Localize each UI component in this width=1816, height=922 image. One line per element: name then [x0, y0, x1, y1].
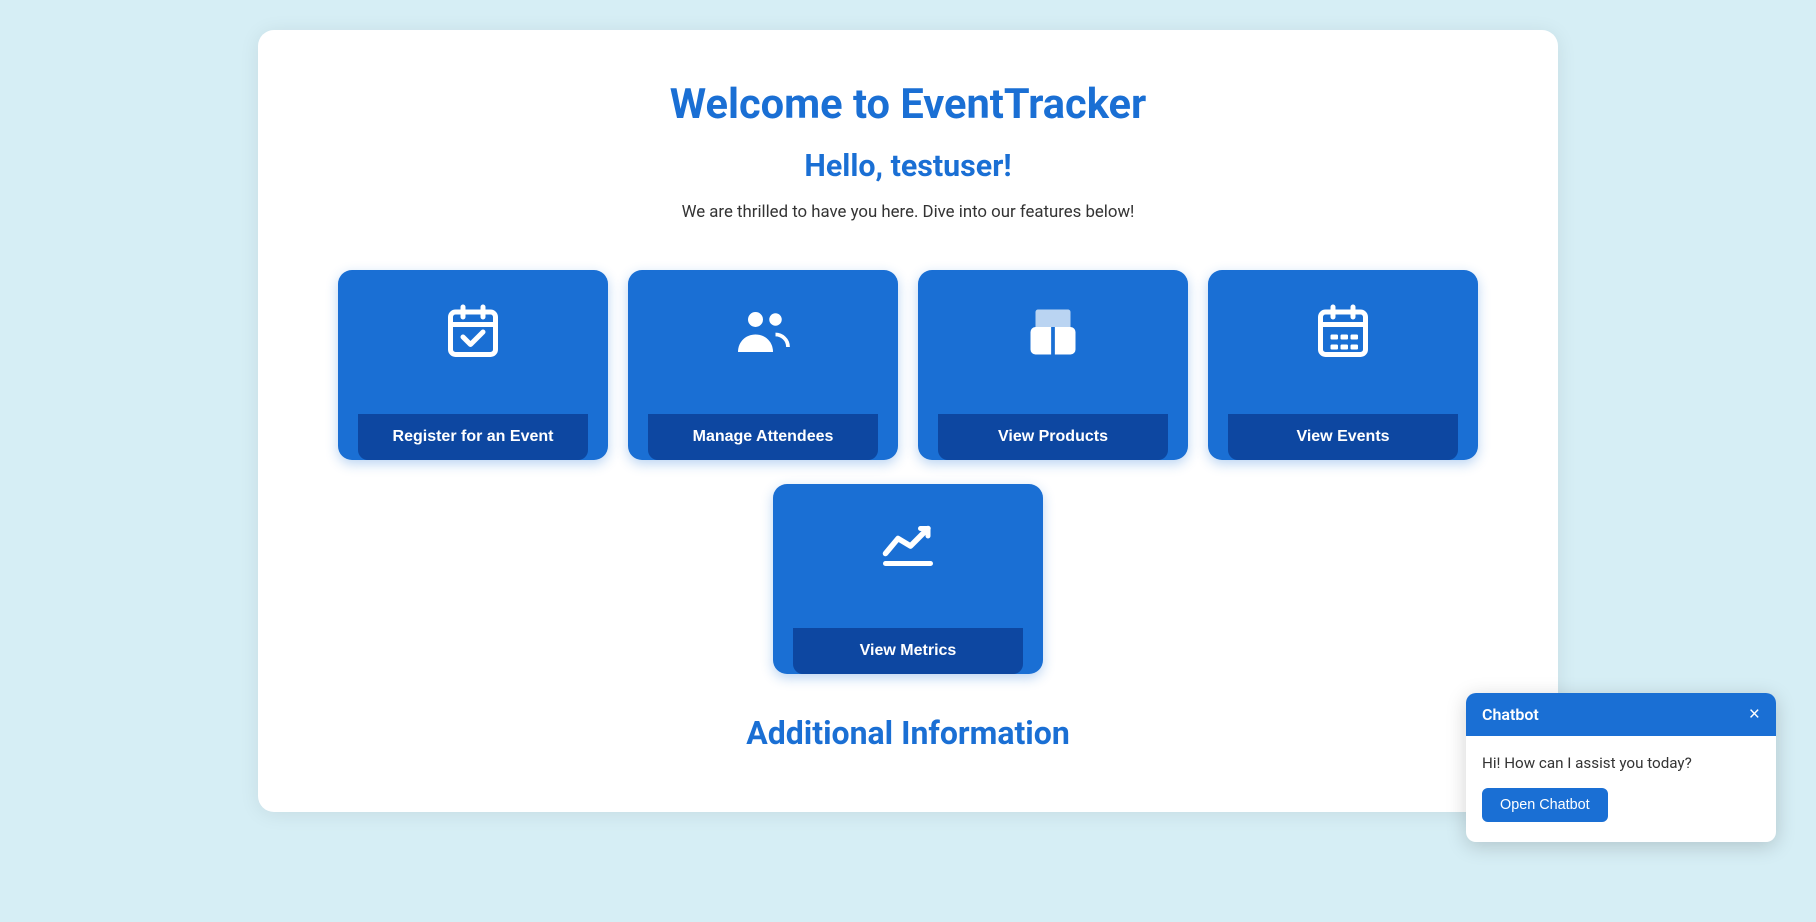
view-events-button[interactable]: View Events: [1228, 414, 1458, 460]
register-event-card[interactable]: Register for an Event: [338, 270, 608, 460]
manage-attendees-button[interactable]: Manage Attendees: [648, 414, 878, 460]
view-products-card[interactable]: View Products: [918, 270, 1188, 460]
greeting: Hello, testuser!: [318, 149, 1498, 184]
chatbot-popup: Chatbot × Hi! How can I assist you today…: [1466, 693, 1776, 842]
subtitle: We are thrilled to have you here. Dive i…: [318, 202, 1498, 222]
open-chatbot-button[interactable]: Open Chatbot: [1482, 788, 1608, 822]
chatbot-title: Chatbot: [1482, 705, 1539, 724]
page-title: Welcome to EventTracker: [318, 80, 1498, 129]
group-icon: [733, 302, 793, 362]
register-event-button[interactable]: Register for an Event: [358, 414, 588, 460]
view-metrics-button[interactable]: View Metrics: [793, 628, 1023, 674]
center-card-row: View Metrics: [318, 484, 1498, 674]
additional-information-title: Additional Information: [318, 714, 1498, 752]
chatbot-header: Chatbot ×: [1466, 693, 1776, 736]
manage-attendees-card[interactable]: Manage Attendees: [628, 270, 898, 460]
view-products-button[interactable]: View Products: [938, 414, 1168, 460]
chatbot-close-button[interactable]: ×: [1749, 705, 1760, 724]
calendar-check-icon: [443, 302, 503, 362]
calendar-grid-icon: [1313, 302, 1373, 362]
box-icon: [1023, 302, 1083, 362]
view-events-card[interactable]: View Events: [1208, 270, 1478, 460]
view-metrics-card[interactable]: View Metrics: [773, 484, 1043, 674]
metrics-icon: [878, 516, 938, 576]
chatbot-message: Hi! How can I assist you today?: [1482, 754, 1760, 772]
main-container: Welcome to EventTracker Hello, testuser!…: [258, 30, 1558, 812]
chatbot-body: Hi! How can I assist you today? Open Cha…: [1466, 736, 1776, 842]
cards-row: Register for an Event Manage Attendees: [318, 270, 1498, 460]
